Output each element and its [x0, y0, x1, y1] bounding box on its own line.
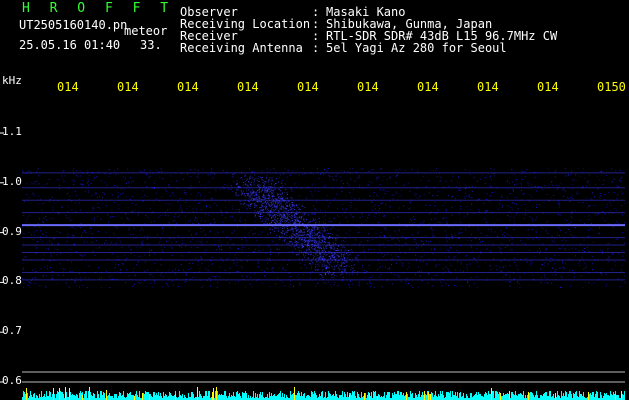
- spectrogram-plot: [0, 132, 626, 400]
- noise-floor-strip: [22, 387, 625, 400]
- noise-speckle: [22, 167, 626, 289]
